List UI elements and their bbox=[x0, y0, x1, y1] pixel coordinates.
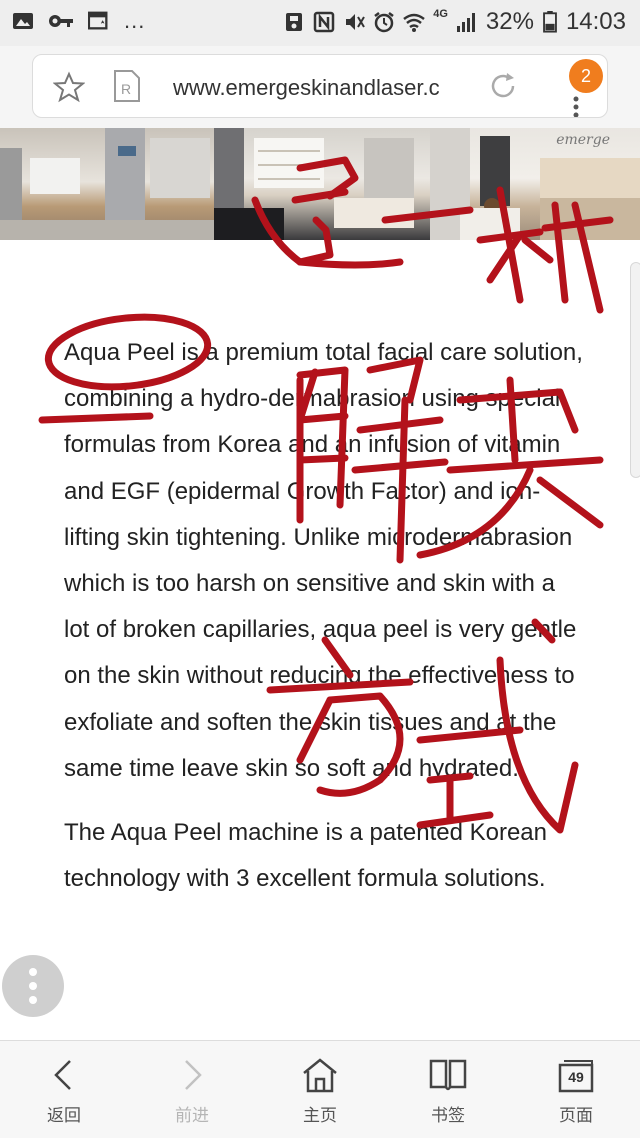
home-button[interactable]: 主页 bbox=[256, 1041, 384, 1138]
url-text[interactable]: www.emergeskinandlaser.c bbox=[173, 73, 487, 103]
bookmarks-button[interactable]: 书签 bbox=[384, 1041, 512, 1138]
menu-dots-icon[interactable] bbox=[573, 95, 579, 117]
battery-icon bbox=[543, 11, 557, 33]
wifi-icon bbox=[403, 13, 425, 32]
bottom-navigation: 返回 前进 主页 书签 49 页面 bbox=[0, 1040, 640, 1138]
tabs-label: 页面 bbox=[559, 1106, 593, 1125]
scroll-handle[interactable] bbox=[630, 262, 640, 478]
reload-icon[interactable] bbox=[487, 70, 519, 102]
article-paragraph: Aqua Peel is a premium total facial care… bbox=[64, 339, 583, 782]
forward-button[interactable]: 前进 bbox=[128, 1041, 256, 1138]
article-paragraph: The Aqua Peel machine is a patented Kore… bbox=[64, 819, 547, 893]
notification-badge[interactable]: 2 bbox=[569, 59, 603, 93]
signal-icon bbox=[456, 13, 475, 32]
status-bar: ... 4G 32% 14:03 bbox=[0, 0, 640, 46]
home-icon bbox=[303, 1058, 337, 1093]
mute-icon bbox=[346, 14, 366, 30]
nfc-icon bbox=[313, 11, 335, 33]
tabs-button[interactable]: 49 页面 bbox=[512, 1041, 640, 1138]
network-type: 4G bbox=[433, 8, 448, 20]
menu-dot bbox=[29, 996, 37, 1004]
back-label: 返回 bbox=[47, 1106, 81, 1125]
menu-dot bbox=[29, 982, 37, 990]
home-label: 主页 bbox=[303, 1106, 337, 1125]
back-button[interactable]: 返回 bbox=[0, 1041, 128, 1138]
forward-label: 前进 bbox=[175, 1106, 209, 1125]
more-notifications-indicator: ... bbox=[124, 8, 146, 33]
header-photo-strip: emerge bbox=[0, 128, 640, 240]
calendar-icon bbox=[88, 11, 108, 30]
battery-percentage: 32% bbox=[485, 8, 534, 35]
clinic-photo-reception bbox=[0, 128, 214, 240]
floating-menu-button[interactable] bbox=[2, 955, 64, 1017]
key-icon bbox=[49, 15, 73, 27]
bookmarks-label: 书签 bbox=[431, 1106, 465, 1125]
reader-mode-icon[interactable]: R bbox=[113, 69, 141, 103]
tab-count: 49 bbox=[568, 1069, 584, 1085]
clock: 14:03 bbox=[565, 8, 626, 35]
bookmarks-icon bbox=[429, 1059, 467, 1091]
clinic-photo-shelves bbox=[214, 128, 430, 240]
address-bar[interactable]: R www.emergeskinandlaser.c 2 bbox=[32, 54, 608, 118]
browser-toolbar: R www.emergeskinandlaser.c 2 bbox=[0, 46, 640, 128]
clinic-logo: emerge bbox=[556, 132, 610, 148]
alarm-icon bbox=[374, 12, 394, 33]
image-icon bbox=[13, 13, 33, 29]
back-arrow-icon bbox=[54, 1060, 71, 1090]
menu-dot bbox=[29, 968, 37, 976]
bookmark-star-icon[interactable] bbox=[53, 71, 85, 103]
article-body: Aqua Peel is a premium total facial care… bbox=[64, 330, 584, 902]
svg-text:R: R bbox=[121, 81, 131, 97]
forward-arrow-icon bbox=[185, 1060, 202, 1090]
save-icon bbox=[286, 13, 303, 31]
clinic-photo-front-desk: emerge bbox=[430, 128, 640, 240]
